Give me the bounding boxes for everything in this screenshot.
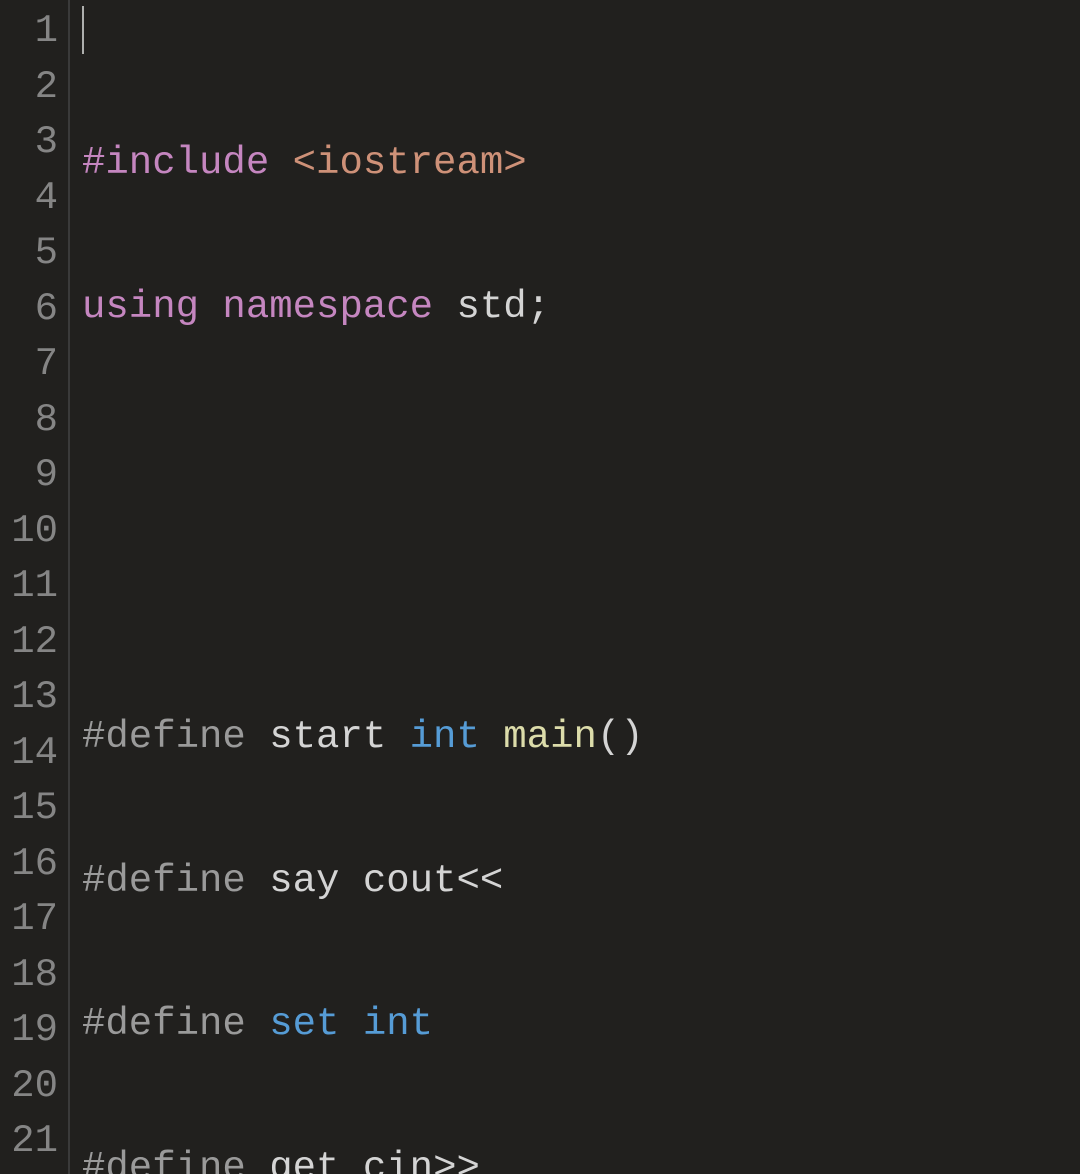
line-number: 5 [0, 226, 68, 282]
line-number: 1 [0, 4, 68, 60]
tok-keyword: namespace [199, 285, 433, 329]
code-line[interactable] [82, 423, 761, 479]
tok-preproc: #include [82, 141, 269, 185]
tok-keyword: int [363, 1002, 433, 1046]
code-area[interactable]: #include <iostream> using namespace std;… [70, 0, 761, 1174]
tok-preproc: #define [82, 1002, 246, 1046]
line-number: 14 [0, 726, 68, 782]
tok-punct: >> [433, 1146, 480, 1174]
line-number: 6 [0, 282, 68, 338]
tok-ident: std [433, 285, 527, 329]
tok-ident: cin [363, 1146, 433, 1174]
line-number: 18 [0, 948, 68, 1004]
line-number: 4 [0, 171, 68, 227]
text-cursor [82, 6, 84, 54]
tok-preproc: #define [82, 859, 246, 903]
code-editor[interactable]: 1 2 3 4 5 6 7 8 9 10 11 12 13 14 15 16 1… [0, 0, 1080, 1174]
tok-keyword: int [410, 715, 480, 759]
line-number: 3 [0, 115, 68, 171]
tok-ident: get [246, 1146, 363, 1174]
tok-preproc: #define [82, 715, 246, 759]
tok-punct: () [597, 715, 644, 759]
line-number: 12 [0, 615, 68, 671]
tok-header: <iostream> [269, 141, 526, 185]
code-line[interactable]: #define start int main() [82, 710, 761, 766]
tok-ident: cout [363, 859, 457, 903]
tok-punct: ; [527, 285, 550, 329]
line-number: 10 [0, 504, 68, 560]
line-number: 8 [0, 393, 68, 449]
tok-ident: start [246, 715, 410, 759]
line-number: 19 [0, 1003, 68, 1059]
line-number: 15 [0, 781, 68, 837]
tok-ident: set [246, 1002, 363, 1046]
line-number: 20 [0, 1059, 68, 1115]
tok-func: main [480, 715, 597, 759]
code-line[interactable]: #include <iostream> [82, 136, 761, 192]
code-line[interactable]: using namespace std; [82, 280, 761, 336]
code-line[interactable]: #define get cin>> [82, 1141, 761, 1174]
line-number: 2 [0, 60, 68, 116]
line-number: 11 [0, 559, 68, 615]
code-line[interactable]: #define set int [82, 997, 761, 1053]
line-number: 16 [0, 837, 68, 893]
tok-preproc: #define [82, 1146, 246, 1174]
line-number: 7 [0, 337, 68, 393]
code-line[interactable] [82, 567, 761, 623]
line-number: 9 [0, 448, 68, 504]
line-number: 21 [0, 1114, 68, 1170]
code-line[interactable]: #define say cout<< [82, 854, 761, 910]
tok-keyword: using [82, 285, 199, 329]
line-number: 13 [0, 670, 68, 726]
tok-ident: say [246, 859, 363, 903]
line-number-gutter: 1 2 3 4 5 6 7 8 9 10 11 12 13 14 15 16 1… [0, 0, 70, 1174]
tok-punct: << [456, 859, 503, 903]
line-number: 17 [0, 892, 68, 948]
